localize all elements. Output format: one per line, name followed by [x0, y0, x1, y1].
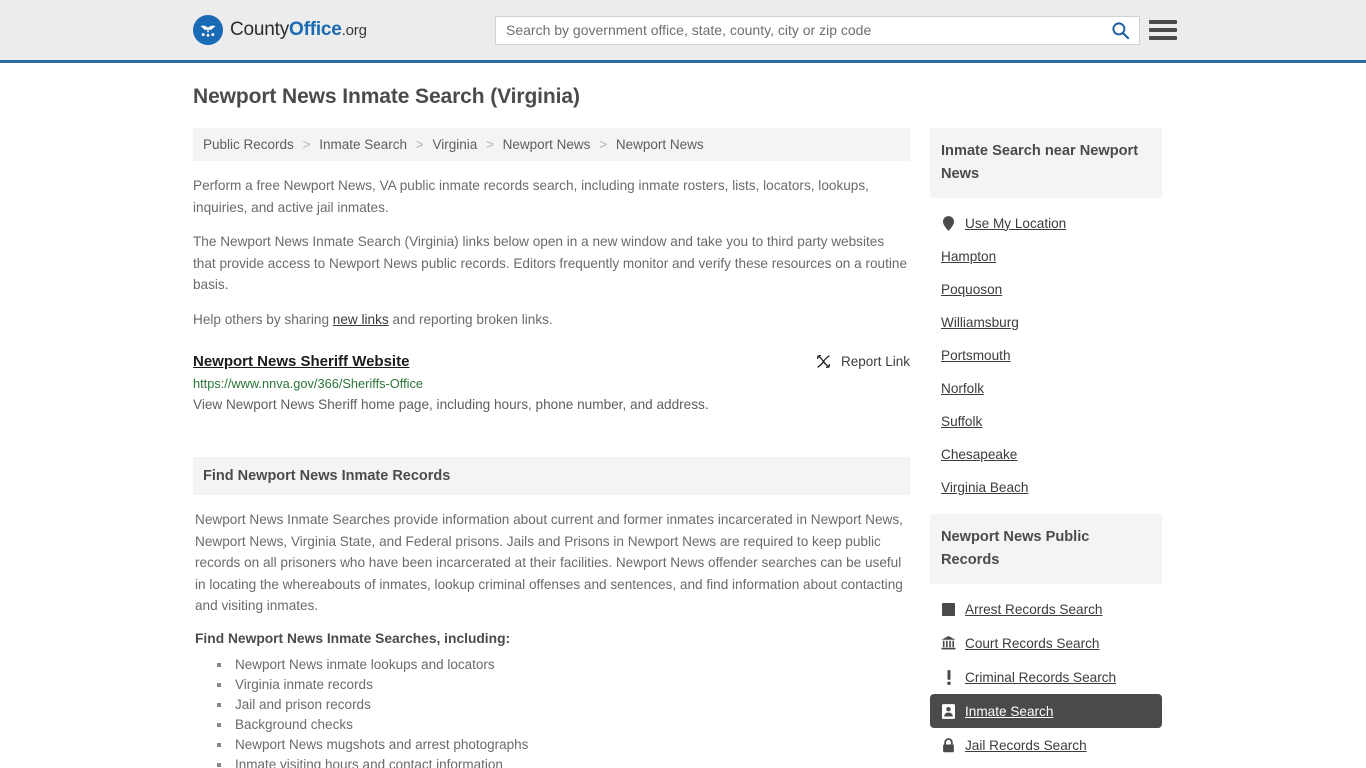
intro-paragraph-1: Perform a free Newport News, VA public i…: [193, 178, 869, 215]
sidebar-nearby-heading: Inmate Search near Newport News: [930, 128, 1162, 198]
sidebar-nearby-list: Use My Location Hampton Poquoson William…: [930, 198, 1162, 504]
sidebar-item-norfolk[interactable]: Norfolk: [930, 372, 1162, 405]
search-icon: [1111, 21, 1129, 39]
sidebar-records-label[interactable]: Arrest Records Search: [965, 602, 1103, 617]
sidebar-item-hampton[interactable]: Hampton: [930, 240, 1162, 273]
exclamation-icon: [941, 669, 956, 685]
courthouse-icon: [941, 635, 956, 651]
hamburger-bar-2: [1149, 28, 1177, 32]
sidebar-item-portsmouth[interactable]: Portsmouth: [930, 339, 1162, 372]
list-item: Jail and prison records: [217, 695, 908, 715]
logo-word-county: County: [230, 19, 290, 40]
records-section-heading: Find Newport News Inmate Records: [193, 457, 910, 495]
report-link-button[interactable]: Report Link: [815, 353, 910, 370]
main-column: Public Records > Inmate Search > Virgini…: [193, 128, 910, 768]
search-input[interactable]: [496, 16, 1101, 44]
records-section-body: Newport News Inmate Searches provide inf…: [193, 495, 910, 768]
breadcrumb-item-0[interactable]: Public Records: [203, 137, 294, 152]
sidebar-item-court-records-search[interactable]: Court Records Search: [930, 626, 1162, 660]
fingerprint-square-icon: [941, 601, 956, 617]
broken-link-icon: [816, 354, 830, 369]
page-title: Newport News Inmate Search (Virginia): [193, 85, 580, 108]
sidebar-nearby-label[interactable]: Virginia Beach: [941, 480, 1028, 495]
sidebar-item-chesapeake[interactable]: Chesapeake: [930, 438, 1162, 471]
logo-word-org: .org: [341, 22, 367, 39]
intro-paragraph-2: The Newport News Inmate Search (Virginia…: [193, 234, 908, 292]
breadcrumb-separator: >: [415, 137, 424, 152]
sidebar-nearby-label[interactable]: Norfolk: [941, 381, 984, 396]
sidebar-records-label[interactable]: Jail Records Search: [965, 738, 1087, 753]
sidebar-item-poquoson[interactable]: Poquoson: [930, 273, 1162, 306]
page-content: Newport News Inmate Search (Virginia) Pu…: [0, 63, 1366, 768]
sidebar-item-virginia-beach[interactable]: Virginia Beach: [930, 471, 1162, 504]
search-bar[interactable]: [495, 15, 1140, 45]
sidebar-item-inmate-search[interactable]: Inmate Search: [930, 694, 1162, 728]
sidebar-item-suffolk[interactable]: Suffolk: [930, 405, 1162, 438]
breadcrumb-item-4[interactable]: Newport News: [616, 137, 704, 152]
sidebar: Inmate Search near Newport News Use My L…: [930, 128, 1162, 768]
sidebar-nearby-box: Inmate Search near Newport News Use My L…: [930, 128, 1162, 504]
resource-title-link[interactable]: Newport News Sheriff Website: [193, 353, 409, 370]
breadcrumb: Public Records > Inmate Search > Virgini…: [193, 128, 910, 161]
records-section-paragraph: Newport News Inmate Searches provide inf…: [195, 512, 903, 613]
records-section: Find Newport News Inmate Records Newport…: [193, 457, 910, 768]
resource-description: View Newport News Sheriff home page, inc…: [193, 397, 709, 412]
lock-icon: [941, 737, 956, 753]
new-links-link[interactable]: new links: [333, 312, 389, 327]
share-text-after: and reporting broken links.: [388, 311, 553, 327]
list-item: Inmate visiting hours and contact inform…: [217, 755, 908, 768]
content-columns: Public Records > Inmate Search > Virgini…: [193, 128, 1168, 768]
sidebar-records-label[interactable]: Inmate Search: [965, 704, 1053, 719]
hamburger-bar-1: [1149, 20, 1177, 24]
sidebar-item-jail-records-search[interactable]: Jail Records Search: [930, 728, 1162, 762]
sidebar-records-label[interactable]: Criminal Records Search: [965, 670, 1116, 685]
share-text-before: Help others by sharing: [193, 311, 333, 327]
breadcrumb-separator: >: [485, 137, 494, 152]
intro-paragraph-3: Help others by sharing new links and rep…: [193, 309, 910, 331]
breadcrumb-item-2[interactable]: Virginia: [432, 137, 477, 152]
site-header: CountyOffice.org: [0, 0, 1366, 63]
breadcrumb-item-3[interactable]: Newport News: [503, 137, 591, 152]
records-bullet-list: Newport News inmate lookups and locators…: [195, 655, 908, 768]
resource-listing-header: Newport News Sheriff Website Report Link: [193, 353, 910, 370]
sidebar-nearby-label[interactable]: Use My Location: [965, 216, 1066, 231]
sidebar-nearby-label[interactable]: Suffolk: [941, 414, 982, 429]
report-link-label: Report Link: [840, 354, 910, 369]
id-badge-icon: [941, 703, 956, 719]
content-container: Newport News Inmate Search (Virginia) Pu…: [193, 85, 1168, 768]
breadcrumb-separator: >: [302, 137, 311, 152]
sidebar-item-use-my-location[interactable]: Use My Location: [930, 206, 1162, 240]
sidebar-item-arrest-records-search[interactable]: Arrest Records Search: [930, 592, 1162, 626]
sidebar-nearby-label[interactable]: Portsmouth: [941, 348, 1011, 363]
sidebar-item-criminal-records-search[interactable]: Criminal Records Search: [930, 660, 1162, 694]
search-button[interactable]: [1101, 17, 1139, 44]
sidebar-records-label[interactable]: Court Records Search: [965, 636, 1099, 651]
records-section-subheading: Find Newport News Inmate Searches, inclu…: [195, 630, 511, 646]
resource-url: https://www.nnva.gov/366/Sheriffs-Office: [193, 376, 423, 391]
breadcrumb-item-1[interactable]: Inmate Search: [319, 137, 407, 152]
site-logo[interactable]: CountyOffice.org: [193, 15, 367, 45]
sidebar-item-williamsburg[interactable]: Williamsburg: [930, 306, 1162, 339]
hamburger-menu-button[interactable]: [1149, 20, 1177, 40]
breadcrumb-separator: >: [599, 137, 608, 152]
list-item: Background checks: [217, 715, 908, 735]
sidebar-records-box: Newport News Public Records Arrest Recor…: [930, 514, 1162, 762]
site-logo-text: CountyOffice.org: [230, 19, 367, 41]
sidebar-nearby-label[interactable]: Poquoson: [941, 282, 1002, 297]
map-pin-icon: [941, 215, 956, 231]
list-item: Newport News inmate lookups and locators: [217, 655, 908, 675]
list-item: Virginia inmate records: [217, 675, 908, 695]
sidebar-records-heading: Newport News Public Records: [930, 514, 1162, 584]
sidebar-nearby-label[interactable]: Chesapeake: [941, 447, 1017, 462]
sidebar-nearby-label[interactable]: Williamsburg: [941, 315, 1019, 330]
hamburger-bar-3: [1149, 36, 1177, 40]
countyoffice-eagle-logo-icon: [193, 15, 223, 45]
sidebar-nearby-label[interactable]: Hampton: [941, 249, 996, 264]
list-item: Newport News mugshots and arrest photogr…: [217, 735, 908, 755]
resource-listing: Newport News Sheriff Website Report Link: [193, 353, 910, 415]
logo-word-office: Office: [289, 19, 342, 40]
sidebar-records-list: Arrest Records Search Court Records Sear…: [930, 584, 1162, 762]
